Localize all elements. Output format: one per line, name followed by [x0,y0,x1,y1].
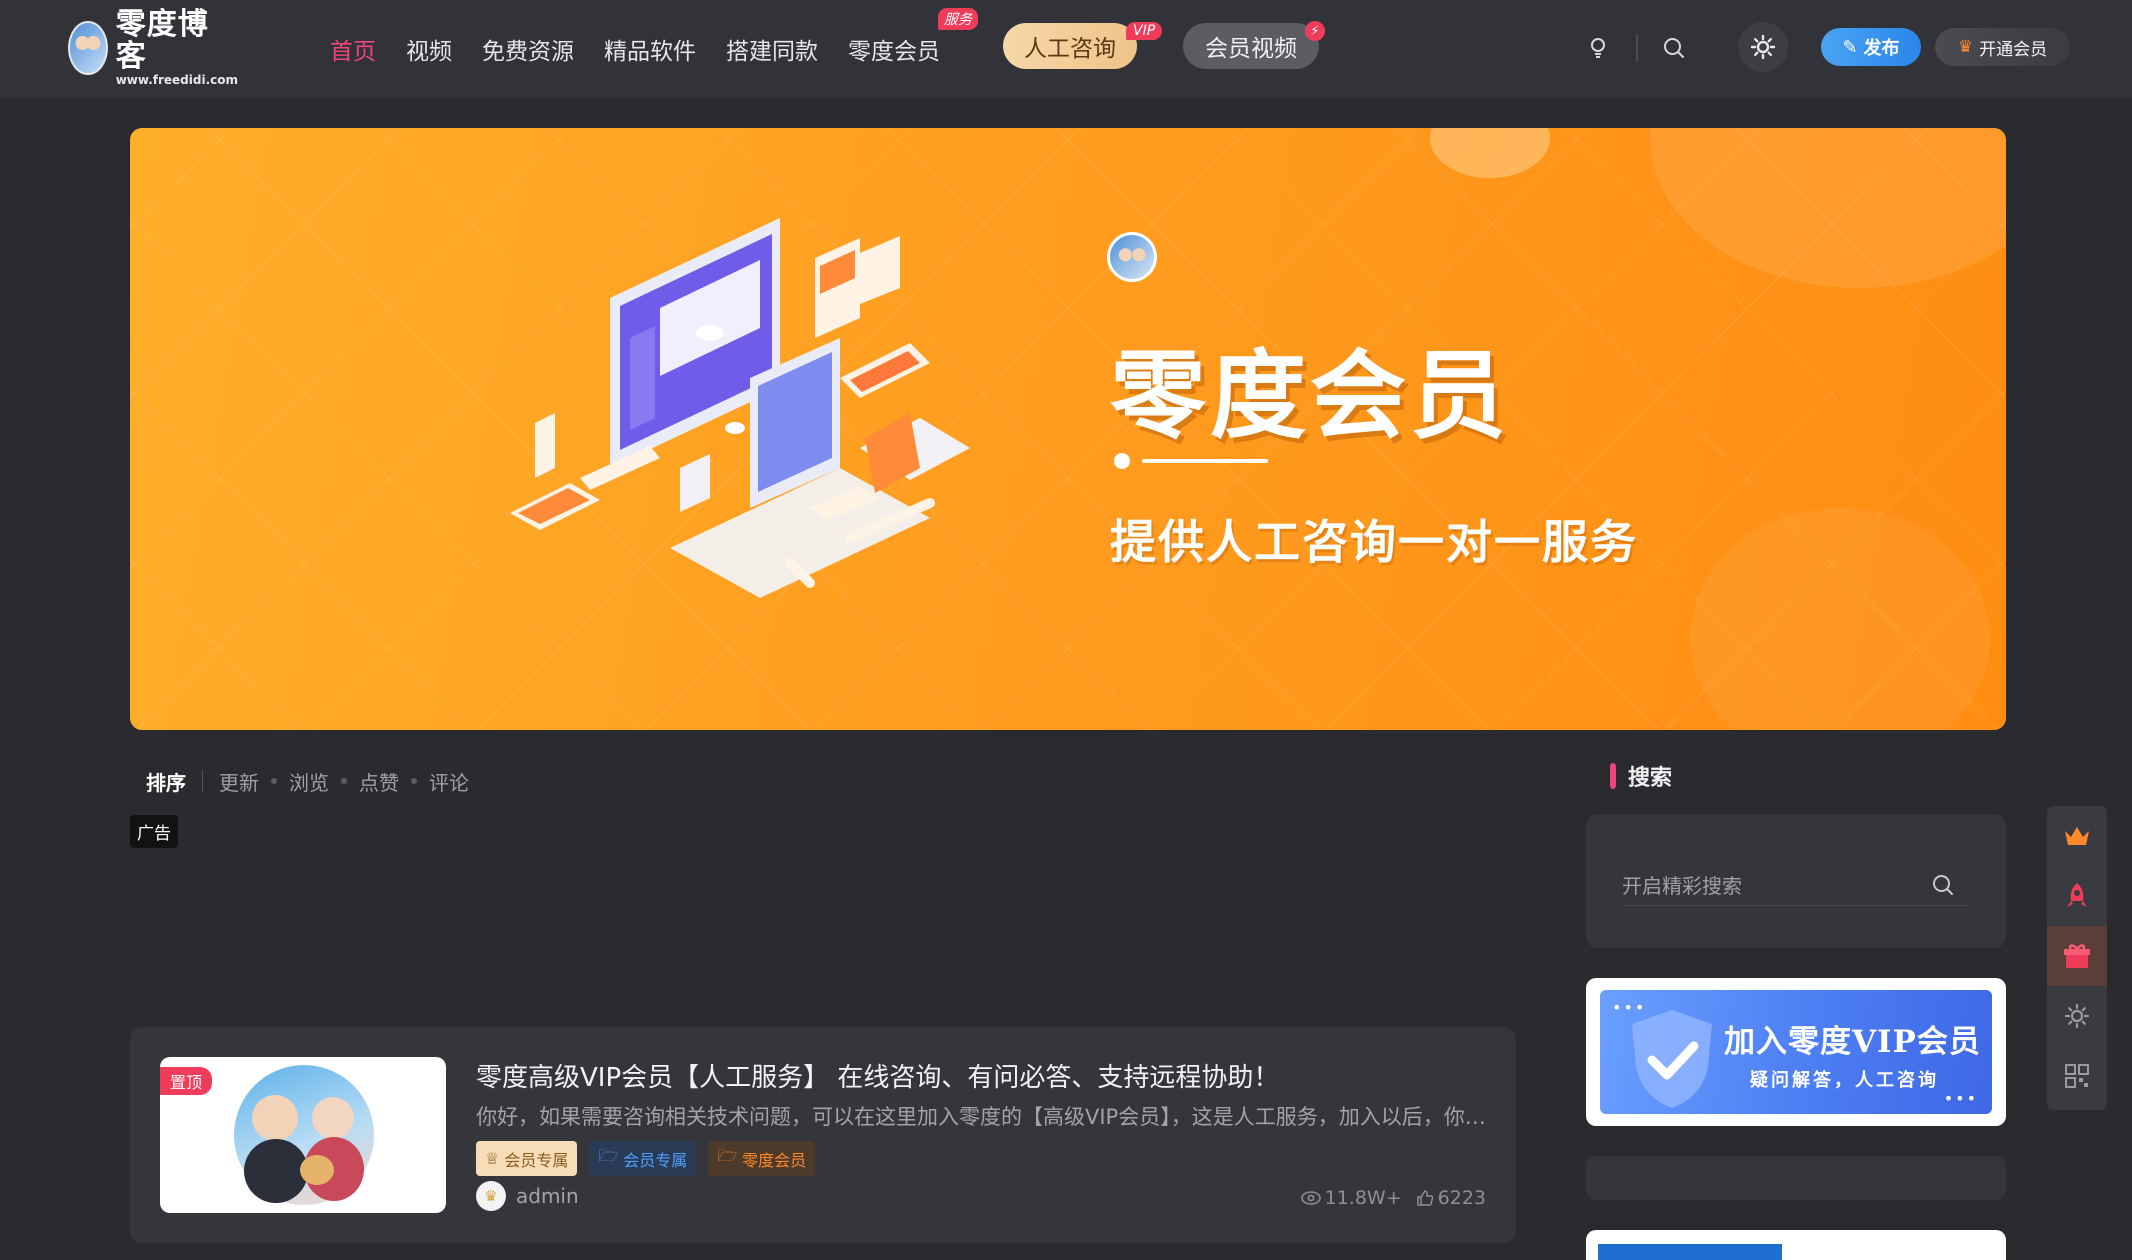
nav-home[interactable]: 首页 [330,32,376,66]
sidebar-empty-widget [1586,1156,2006,1200]
float-qrcode-button[interactable] [2047,1046,2107,1106]
crown-icon: ♕ [485,1149,500,1168]
view-count: 11.8W+ [1324,1187,1402,1209]
post-thumbnail[interactable]: 置顶 [160,1057,446,1213]
consult-button[interactable]: 人工咨询 [1003,23,1137,69]
float-publish-button[interactable] [2047,866,2107,926]
nav-free-resources[interactable]: 免费资源 [482,32,574,66]
service-badge: 服务 [938,8,978,30]
folder-icon: 🗁 [717,1146,738,1165]
banner-divider-dot [1114,453,1130,469]
gear-icon [1750,34,1776,60]
author-name: admin [516,1184,579,1208]
vip-join-banner[interactable]: ••• ••• 加入零度VIP会员 疑问解答，人工咨询 [1586,978,2006,1126]
banner-divider-line [1142,459,1268,463]
search-submit-icon[interactable] [1926,868,1960,902]
pinned-badge: 置顶 [160,1067,213,1095]
crown-icon: ♛ [1957,37,1974,57]
post-excerpt: 你好，如果需要咨询相关技术问题，可以在这里加入零度的【高级VIP会员】，这是人工… [476,1105,1486,1129]
computer-illustration [510,218,970,598]
author-avatar: ♛ [476,1181,506,1211]
banner-title: 零度会员 [1110,340,1510,452]
vip-badge: VIP [1126,22,1163,40]
post-tags: ♕ 会员专属 🗁 会员专属 🗁 零度会员 [476,1141,816,1176]
crown-icon [2065,827,2089,845]
sort-views[interactable]: 浏览 [289,767,329,796]
post-author[interactable]: ♛ admin [476,1181,579,1211]
tag-category-member[interactable]: 🗁 会员专属 [589,1141,697,1176]
logo-title: 零度博客 [115,7,209,74]
like-count: 6223 [1437,1187,1486,1209]
nav-member-label: 零度会员 [848,39,940,65]
folder-icon: 🗁 [598,1146,619,1165]
post-card[interactable]: 置顶 零度高级VIP会员【人工服务】 在线咨询、有问必答、支持远程协助！ 你好，… [130,1027,1516,1243]
nav-build-same[interactable]: 搭建同款 [726,32,818,66]
tag-category-lingdu[interactable]: 🗁 零度会员 [708,1141,816,1176]
header-divider [1636,34,1638,62]
gear-icon [2064,1003,2090,1029]
sort-update[interactable]: 更新 [219,767,259,796]
sort-comments[interactable]: 评论 [429,767,469,796]
member-video-button[interactable]: 会员视频 [1183,23,1319,69]
float-gift-button[interactable] [2047,926,2107,986]
nav-premium-software[interactable]: 精品软件 [604,32,696,66]
site-logo[interactable]: 零度博客 www.freedidi.com [68,9,238,87]
search-icon[interactable] [1656,30,1692,66]
search-input[interactable] [1622,866,1968,906]
open-membership-button[interactable]: ♛ 开通会员 [1935,28,2070,66]
vip-subtitle: 疑问解答，人工咨询 [1750,1070,1939,1091]
sidebar-search-title: 搜索 [1610,760,1672,792]
vip-title: 加入零度VIP会员 [1724,1024,1981,1060]
site-header: 零度博客 www.freedidi.com 首页 视频 免费资源 精品软件 搭建… [0,0,2132,98]
shield-check-icon [1632,1010,1712,1108]
gift-icon [2064,944,2090,968]
sidebar-next-widget [1586,1230,2006,1260]
float-theme-button[interactable] [2047,986,2107,1046]
hero-banner[interactable]: 零度会员 提供人工咨询一对一服务 [130,128,2006,730]
floating-toolbar [2047,806,2107,1110]
logo-avatar [68,21,108,75]
eye-icon [1300,1191,1321,1205]
pencil-icon: ✎ [1842,36,1858,58]
tag-member-exclusive[interactable]: ♕ 会员专属 [476,1141,578,1176]
post-title[interactable]: 零度高级VIP会员【人工服务】 在线咨询、有问必答、支持远程协助！ [476,1057,1279,1094]
sort-bar: 排序 更新 浏览 点赞 评论 [146,766,469,796]
main-nav: 首页 视频 免费资源 精品软件 搭建同款 零度会员 服务 [330,0,978,98]
nav-member[interactable]: 零度会员 服务 [848,8,978,66]
publish-button[interactable]: ✎ 发布 [1821,28,1921,66]
theme-toggle-button[interactable] [1738,22,1788,72]
thumbs-up-icon [1416,1190,1434,1206]
logo-url: www.freedidi.com [115,73,238,87]
post-stats: 11.8W+ 6223 [1300,1187,1486,1209]
sort-likes[interactable]: 点赞 [359,767,399,796]
sort-label: 排序 [146,770,186,795]
banner-subtitle: 提供人工咨询一对一服务 [1110,515,1638,569]
float-vip-button[interactable] [2047,806,2107,866]
ad-label: 广告 [130,815,178,848]
lightbulb-icon[interactable] [1580,30,1616,66]
banner-avatar [1107,232,1157,282]
lightning-icon: ⚡ [1305,21,1325,41]
nav-video[interactable]: 视频 [406,32,452,66]
qrcode-icon [2065,1064,2089,1088]
rocket-icon [2067,883,2087,907]
